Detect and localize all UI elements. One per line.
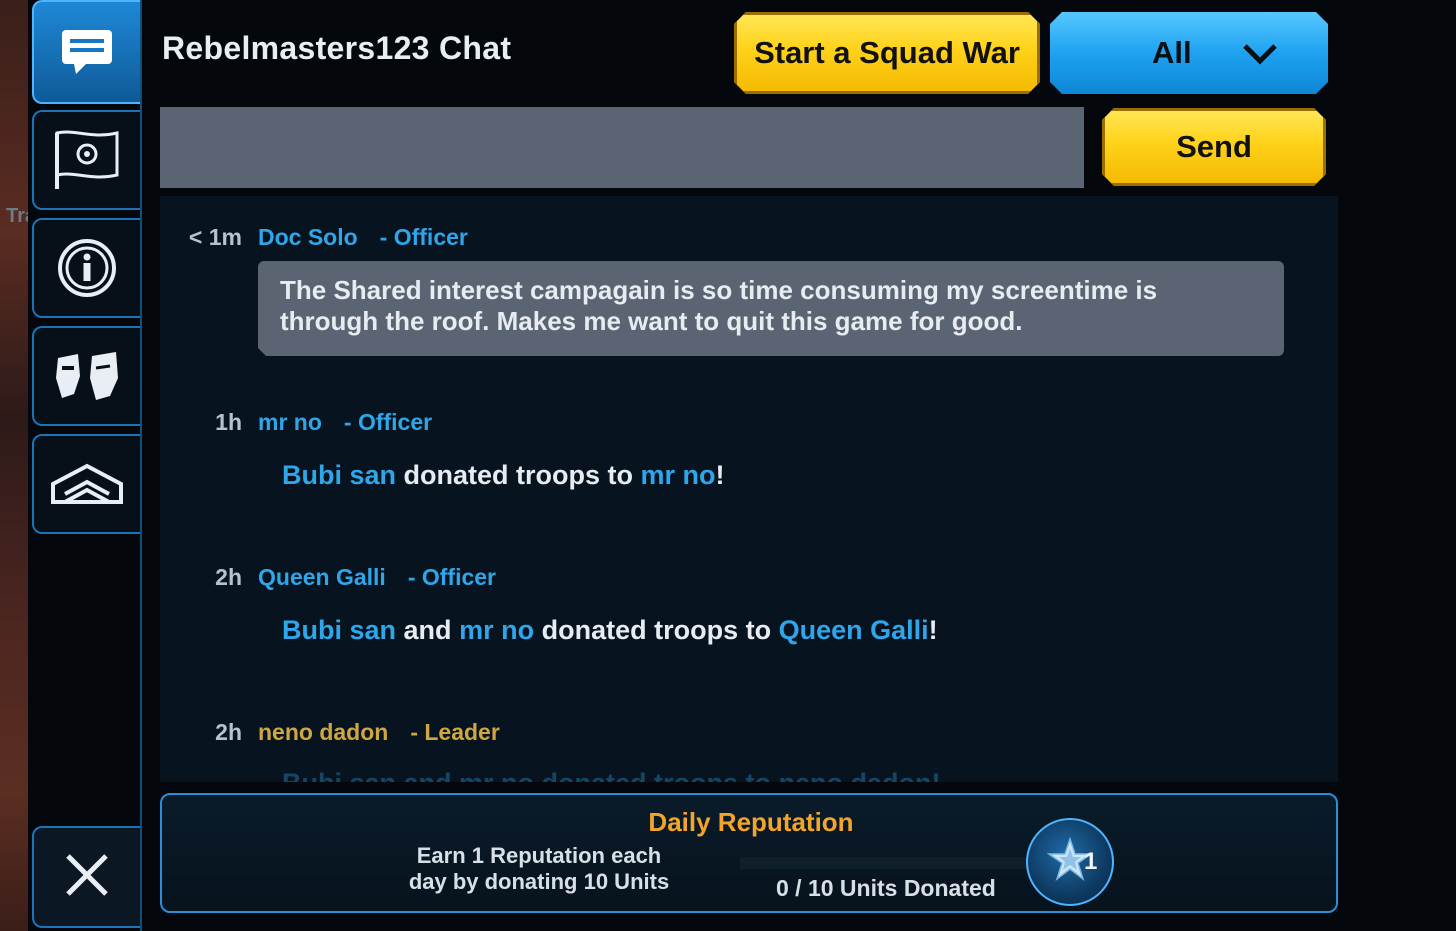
squad-flag-icon: [51, 129, 123, 191]
reputation-desc-line: day by donating 10 Units: [408, 869, 670, 894]
reputation-count: 1: [1084, 848, 1098, 875]
message-role: - Officer: [379, 224, 468, 250]
message-input[interactable]: [160, 107, 1084, 188]
message-sender[interactable]: neno dadon: [258, 719, 388, 746]
tab-squad[interactable]: [32, 110, 140, 210]
donation-message: Bubi san donated troops to mr no!: [282, 460, 725, 491]
message-header: 2h Queen Galli - Officer: [160, 564, 496, 591]
message-sender[interactable]: mr no: [258, 409, 322, 436]
chat-filter-dropdown[interactable]: All: [1050, 12, 1328, 94]
tab-members[interactable]: [32, 326, 140, 426]
message-header: 2h neno dadon - Leader: [160, 719, 500, 746]
message-role: - Officer: [343, 409, 433, 435]
message-role: - Officer: [407, 564, 497, 590]
donor-name: Bubi san: [282, 615, 397, 645]
daily-reputation-panel: Daily Reputation Earn 1 Reputation each …: [160, 793, 1338, 913]
tab-info[interactable]: [32, 218, 140, 318]
message-role: - Leader: [410, 719, 500, 745]
tab-squad-rank[interactable]: [32, 434, 140, 534]
reputation-medal: [1026, 818, 1114, 906]
chat-title: Rebelmasters123 Chat: [162, 30, 512, 66]
message-bubble: The Shared interest campagain is so time…: [258, 261, 1284, 356]
chat-icon: [60, 28, 114, 76]
close-button[interactable]: [32, 826, 140, 928]
squad-rank-icon: [49, 462, 125, 506]
message-time: < 1m: [188, 224, 242, 250]
message-header: < 1m Doc Solo - Officer: [160, 224, 468, 251]
message-time: 2h: [215, 564, 242, 590]
send-button[interactable]: Send: [1102, 108, 1326, 186]
donation-and: and: [403, 615, 452, 645]
message-time: 2h: [215, 719, 242, 745]
reputation-description: Earn 1 Reputation each day by donating 1…: [394, 843, 684, 895]
message-header: 1h mr no - Officer: [160, 409, 432, 436]
reputation-progress-bar: [740, 857, 1030, 869]
chevron-down-icon: [1242, 38, 1278, 74]
donation-text: donated troops to: [541, 615, 772, 645]
members-icon: [52, 348, 122, 404]
send-label: Send: [1176, 129, 1252, 164]
tab-chat[interactable]: [32, 0, 140, 104]
donor-name: Bubi san: [282, 460, 397, 490]
chat-message-list[interactable]: < 1m Doc Solo - Officer The Shared inter…: [160, 196, 1338, 782]
donor-name: mr no: [459, 615, 535, 645]
donation-end: !: [928, 615, 938, 645]
close-icon: [64, 852, 110, 903]
recipient-name: mr no: [640, 460, 716, 490]
donation-message: Bubi san and mr no donated troops to Que…: [282, 615, 938, 646]
message-time: 1h: [215, 409, 242, 435]
donation-message-partial: Bubi san and mr no donated troops to nen…: [282, 768, 940, 782]
info-icon: [56, 237, 118, 299]
chat-filter-value: All: [1152, 35, 1192, 70]
message-sender[interactable]: Queen Galli: [258, 564, 386, 591]
recipient-name: Queen Galli: [778, 615, 929, 645]
sidebar: [28, 0, 142, 931]
reputation-progress-text: 0 / 10 Units Donated: [776, 875, 996, 901]
reputation-title: Daily Reputation: [648, 807, 854, 837]
reputation-desc-line: Earn 1 Reputation each: [416, 843, 662, 868]
donation-end: !: [715, 460, 725, 490]
donation-text: donated troops to: [403, 460, 634, 490]
message-sender[interactable]: Doc Solo: [258, 224, 358, 251]
start-squad-war-label: Start a Squad War: [754, 35, 1020, 70]
start-squad-war-button[interactable]: Start a Squad War: [734, 12, 1040, 94]
